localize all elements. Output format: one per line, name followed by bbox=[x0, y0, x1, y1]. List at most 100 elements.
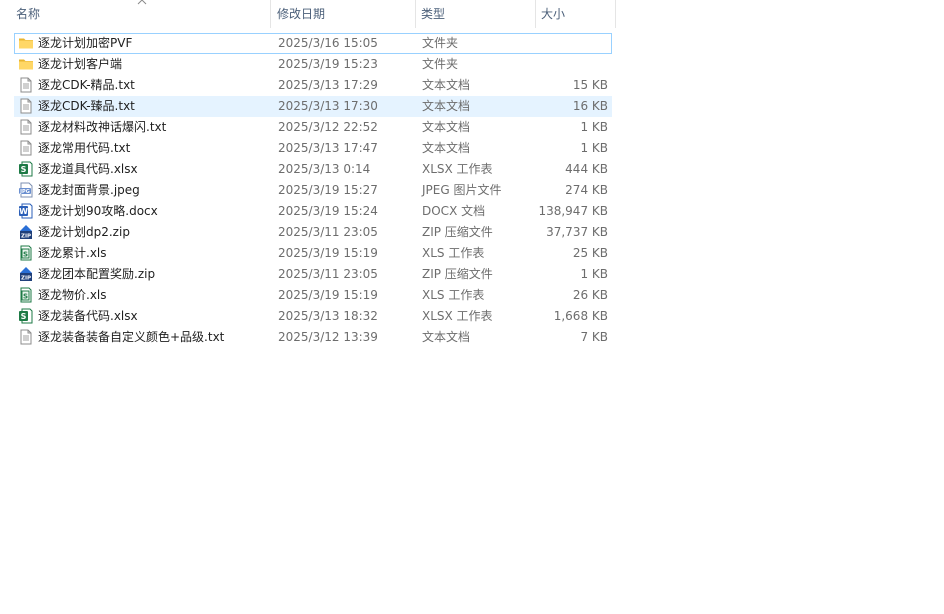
text-file-icon bbox=[18, 77, 34, 93]
file-type: 文本文档 bbox=[422, 99, 471, 113]
file-row[interactable]: W 逐龙计划90攻略.docx 2025/3/19 15:24 DOCX 文档 138,… bbox=[14, 201, 612, 222]
column-header-date-modified[interactable]: 修改日期 bbox=[271, 0, 415, 28]
svg-text:ZIP: ZIP bbox=[21, 276, 31, 282]
file-date-modified: 2025/3/13 0:14 bbox=[278, 162, 371, 176]
file-row[interactable]: JPG 逐龙封面背景.jpeg 2025/3/19 15:27 JPEG 图片文件 27… bbox=[14, 180, 612, 201]
file-type: 文件夹 bbox=[422, 57, 459, 71]
file-size: 7 KB bbox=[580, 330, 608, 344]
file-row[interactable]: 逐龙材料改神话爆闪.txt 2025/3/12 22:52 文本文档 1 KB bbox=[14, 117, 612, 138]
file-date-modified: 2025/3/11 23:05 bbox=[278, 225, 378, 239]
column-header-size[interactable]: 大小 bbox=[535, 0, 615, 28]
column-header-type[interactable]: 类型 bbox=[415, 0, 535, 28]
file-date-modified: 2025/3/19 15:19 bbox=[278, 246, 378, 260]
file-name: 逐龙计划加密PVF bbox=[38, 36, 133, 50]
file-size: 1 KB bbox=[580, 141, 608, 155]
file-row[interactable]: ZIP 逐龙团本配置奖励.zip 2025/3/11 23:05 ZIP 压缩文件 1 … bbox=[14, 264, 612, 285]
file-type: XLSX 工作表 bbox=[422, 309, 493, 323]
file-date-modified: 2025/3/13 18:32 bbox=[278, 309, 378, 323]
file-type: 文本文档 bbox=[422, 330, 471, 344]
file-type: JPEG 图片文件 bbox=[422, 183, 502, 197]
file-row[interactable]: 逐龙装备装备自定义颜色+品级.txt 2025/3/12 13:39 文本文档 7 K… bbox=[14, 327, 612, 348]
file-date-modified: 2025/3/13 17:30 bbox=[278, 99, 378, 113]
file-date-modified: 2025/3/12 22:52 bbox=[278, 120, 378, 134]
file-name: 逐龙计划90攻略.docx bbox=[38, 204, 158, 218]
text-file-icon bbox=[18, 119, 34, 135]
svg-text:W: W bbox=[19, 207, 28, 216]
file-date-modified: 2025/3/19 15:24 bbox=[278, 204, 378, 218]
file-size: 16 KB bbox=[572, 99, 608, 113]
text-file-icon bbox=[18, 98, 34, 114]
file-size: 138,947 KB bbox=[538, 204, 608, 218]
svg-text:S: S bbox=[21, 312, 27, 321]
svg-text:S: S bbox=[23, 251, 28, 259]
file-name: 逐龙CDK-臻品.txt bbox=[38, 99, 135, 113]
file-type: 文本文档 bbox=[422, 141, 471, 155]
file-name: 逐龙道具代码.xlsx bbox=[38, 162, 138, 176]
file-name: 逐龙装备代码.xlsx bbox=[38, 309, 138, 323]
file-row[interactable]: 逐龙计划加密PVF 2025/3/16 15:05 文件夹 bbox=[14, 33, 612, 54]
file-name: 逐龙装备装备自定义颜色+品级.txt bbox=[38, 330, 225, 344]
file-size: 1 KB bbox=[580, 267, 608, 281]
file-row[interactable]: ZIP 逐龙计划dp2.zip 2025/3/11 23:05 ZIP 压缩文件 37,… bbox=[14, 222, 612, 243]
file-date-modified: 2025/3/11 23:05 bbox=[278, 267, 378, 281]
file-date-modified: 2025/3/19 15:27 bbox=[278, 183, 378, 197]
file-row[interactable]: 逐龙常用代码.txt 2025/3/13 17:47 文本文档 1 KB bbox=[14, 138, 612, 159]
folder-icon bbox=[18, 56, 34, 72]
column-header-bar: 名称 修改日期 类型 大小 bbox=[0, 0, 616, 28]
file-name: 逐龙材料改神话爆闪.txt bbox=[38, 120, 167, 134]
file-date-modified: 2025/3/19 15:23 bbox=[278, 57, 378, 71]
file-explorer-details-view: 名称 修改日期 类型 大小 逐龙计划加密PVF 2025/3/16 15:05 文件… bbox=[0, 0, 944, 614]
file-type: ZIP 压缩文件 bbox=[422, 267, 493, 281]
file-name: 逐龙物价.xls bbox=[38, 288, 107, 302]
file-row[interactable]: 逐龙CDK-精品.txt 2025/3/13 17:29 文本文档 15 KB bbox=[14, 75, 612, 96]
xls-icon: S bbox=[18, 245, 34, 261]
svg-text:S: S bbox=[21, 165, 27, 174]
file-name: 逐龙常用代码.txt bbox=[38, 141, 131, 155]
text-file-icon bbox=[18, 140, 34, 156]
svg-text:ZIP: ZIP bbox=[21, 234, 31, 240]
folder-icon bbox=[18, 35, 34, 51]
file-list: 逐龙计划加密PVF 2025/3/16 15:05 文件夹 逐龙计划客户端 2025/3… bbox=[14, 33, 612, 348]
file-date-modified: 2025/3/16 15:05 bbox=[278, 36, 378, 50]
text-file-icon bbox=[18, 329, 34, 345]
file-row[interactable]: S 逐龙装备代码.xlsx 2025/3/13 18:32 XLSX 工作表 1,668… bbox=[14, 306, 612, 327]
file-name: 逐龙累计.xls bbox=[38, 246, 107, 260]
file-type: 文本文档 bbox=[422, 78, 471, 92]
file-row[interactable]: 逐龙计划客户端 2025/3/19 15:23 文件夹 bbox=[14, 54, 612, 75]
file-date-modified: 2025/3/19 15:19 bbox=[278, 288, 378, 302]
file-type: XLSX 工作表 bbox=[422, 162, 493, 176]
file-type: XLS 工作表 bbox=[422, 288, 485, 302]
file-date-modified: 2025/3/13 17:29 bbox=[278, 78, 378, 92]
file-size: 25 KB bbox=[572, 246, 608, 260]
file-name: 逐龙封面背景.jpeg bbox=[38, 183, 140, 197]
file-size: 15 KB bbox=[572, 78, 608, 92]
xls-icon: S bbox=[18, 287, 34, 303]
jpeg-icon: JPG bbox=[18, 182, 34, 198]
file-size: 274 KB bbox=[565, 183, 608, 197]
zip-icon: ZIP bbox=[18, 266, 34, 282]
file-type: DOCX 文档 bbox=[422, 204, 486, 218]
file-name: 逐龙团本配置奖励.zip bbox=[38, 267, 156, 281]
file-size: 1,668 KB bbox=[553, 309, 608, 323]
file-date-modified: 2025/3/13 17:47 bbox=[278, 141, 378, 155]
file-row[interactable]: 逐龙CDK-臻品.txt 2025/3/13 17:30 文本文档 16 KB bbox=[14, 96, 612, 117]
file-type: ZIP 压缩文件 bbox=[422, 225, 493, 239]
docx-icon: W bbox=[18, 203, 34, 219]
xlsx-icon: S bbox=[18, 161, 34, 177]
file-type: 文件夹 bbox=[422, 36, 459, 50]
file-row[interactable]: S 逐龙累计.xls 2025/3/19 15:19 XLS 工作表 25 KB bbox=[14, 243, 612, 264]
file-row[interactable]: S 逐龙道具代码.xlsx 2025/3/13 0:14 XLSX 工作表 444 KB bbox=[14, 159, 612, 180]
file-type: 文本文档 bbox=[422, 120, 471, 134]
column-header-name[interactable]: 名称 bbox=[10, 0, 270, 28]
svg-text:JPG: JPG bbox=[19, 189, 30, 195]
zip-icon: ZIP bbox=[18, 224, 34, 240]
file-name: 逐龙计划客户端 bbox=[38, 57, 123, 71]
file-name: 逐龙CDK-精品.txt bbox=[38, 78, 135, 92]
file-size: 37,737 KB bbox=[546, 225, 608, 239]
file-size: 26 KB bbox=[572, 288, 608, 302]
file-date-modified: 2025/3/12 13:39 bbox=[278, 330, 378, 344]
file-row[interactable]: S 逐龙物价.xls 2025/3/19 15:19 XLS 工作表 26 KB bbox=[14, 285, 612, 306]
column-divider[interactable] bbox=[615, 0, 616, 28]
file-size: 444 KB bbox=[565, 162, 608, 176]
svg-text:S: S bbox=[23, 293, 28, 301]
